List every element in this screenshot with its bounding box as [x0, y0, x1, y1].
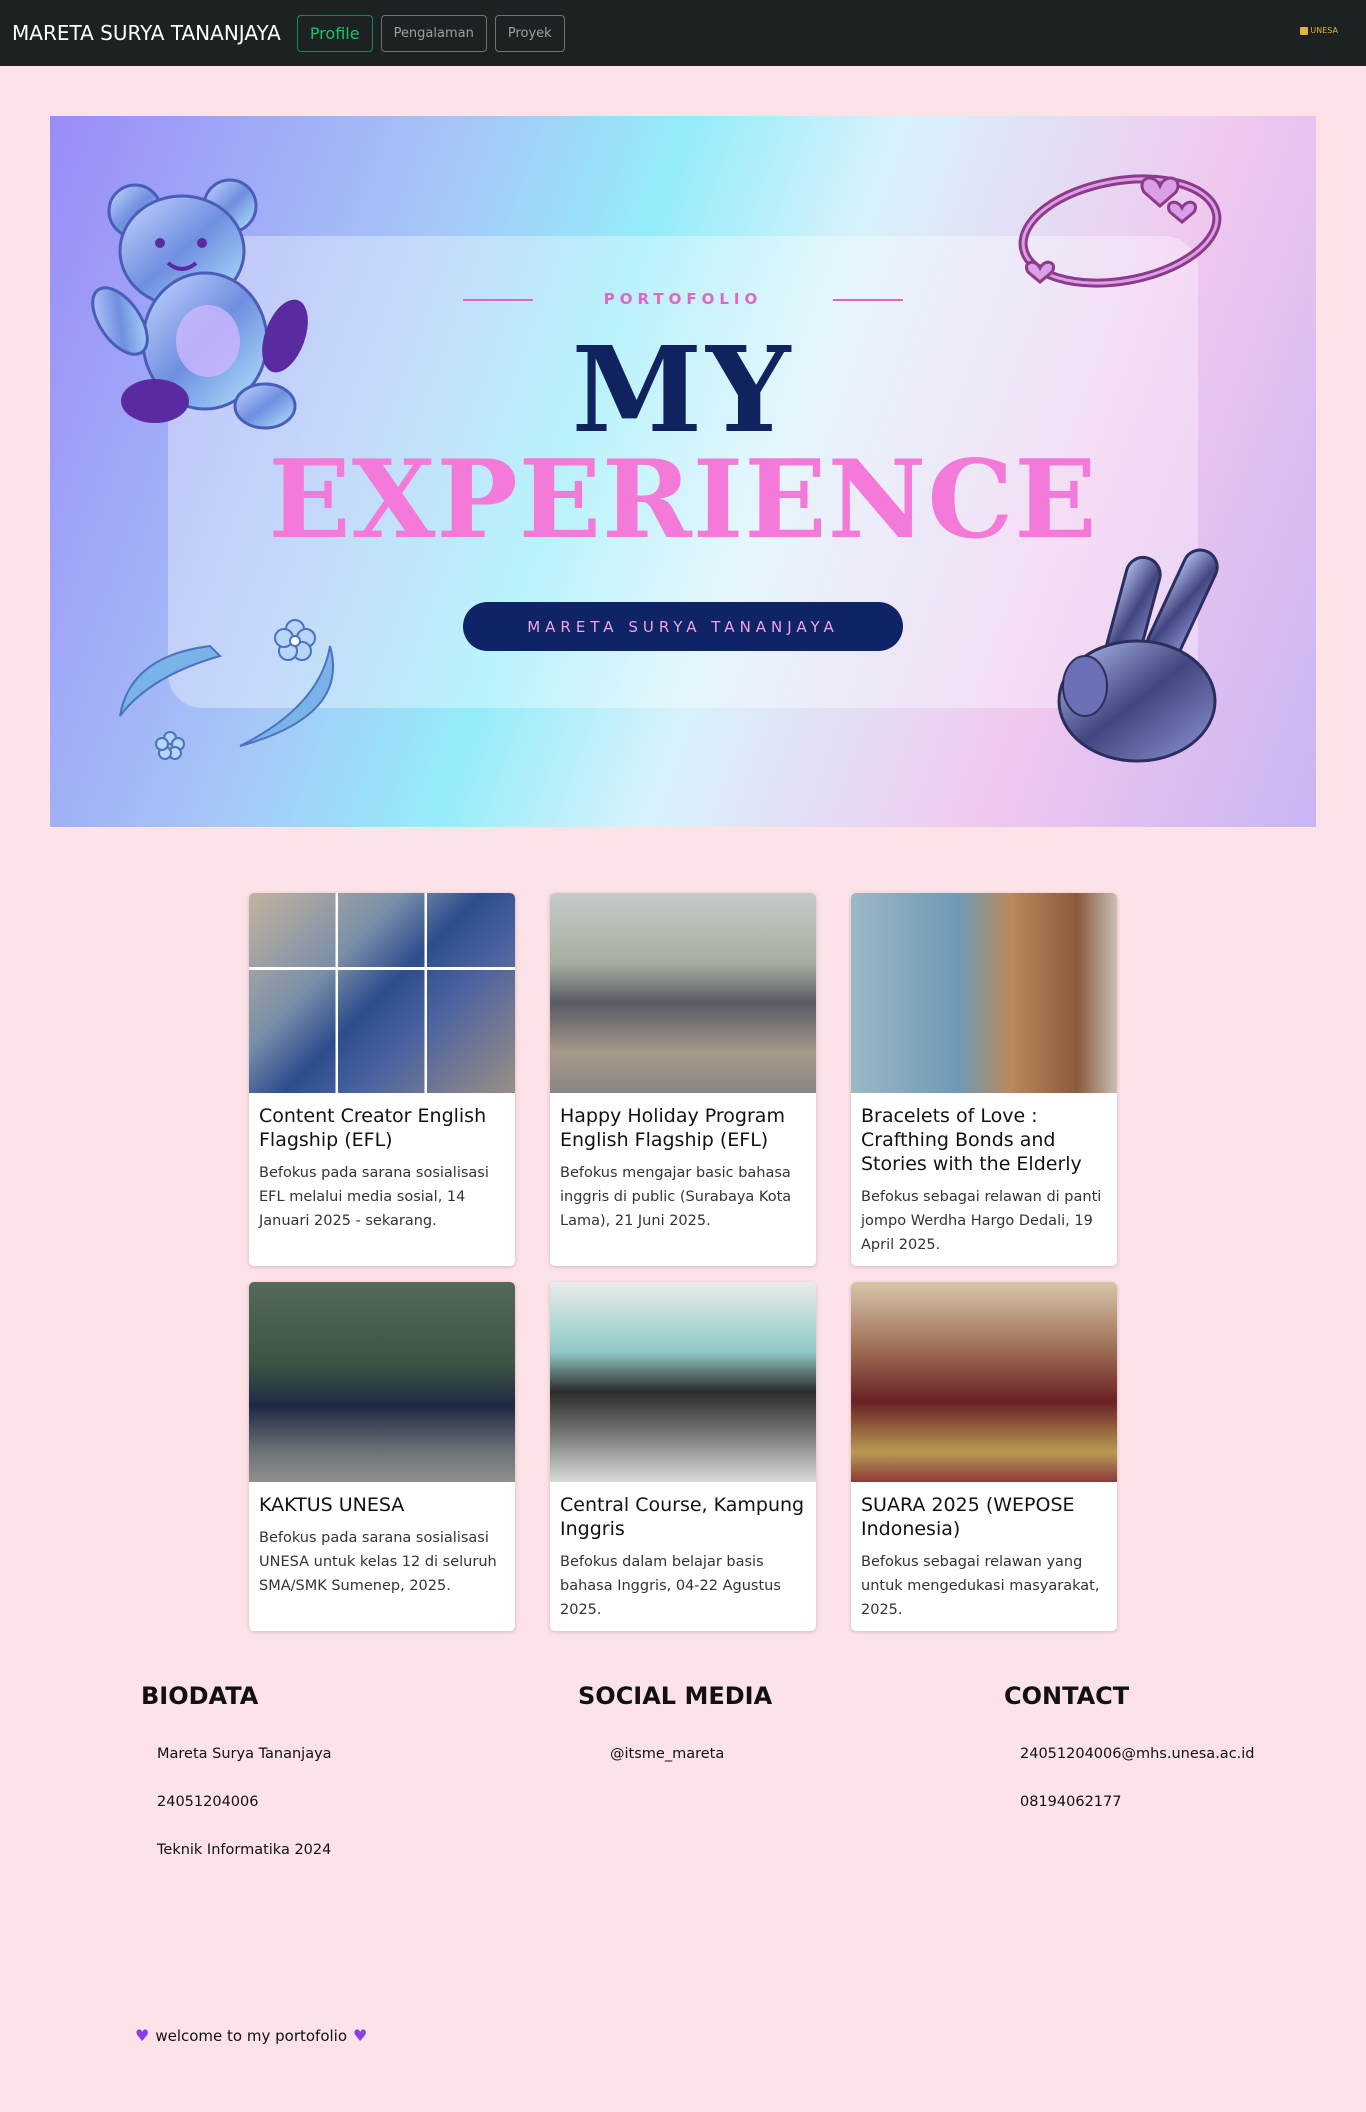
navbar-brand[interactable]: MARETA SURYA TANANJAYA	[12, 21, 281, 45]
card-photo-course-group	[550, 1282, 816, 1482]
banner-eyebrow: PORTOFOLIO	[603, 290, 763, 308]
experience-card[interactable]: SUARA 2025 (WEPOSE Indonesia) Befokus se…	[851, 1282, 1117, 1631]
nav-link-proyek[interactable]: Proyek	[494, 14, 565, 52]
card-photo-elderly	[851, 893, 1117, 1093]
biodata-title: BIODATA	[141, 1682, 259, 1710]
experience-card[interactable]: Happy Holiday Program English Flagship (…	[550, 893, 816, 1266]
card-text: Befokus pada sarana sosialisasi UNESA un…	[259, 1530, 497, 1594]
banner-name-pill: MARETA SURYA TANANJAYA	[463, 602, 903, 651]
contact-title: CONTACT	[1004, 1682, 1130, 1710]
biodata-major: Teknik Informatika 2024	[157, 1842, 332, 1858]
biodata-name: Mareta Surya Tananjaya	[157, 1746, 332, 1762]
card-title: Content Creator English Flagship (EFL)	[259, 1105, 487, 1151]
unesa-logo-text: UNESA	[1310, 26, 1338, 35]
nav-link-profile[interactable]: Profile	[296, 14, 373, 52]
nav-link-pengalaman[interactable]: Pengalaman	[380, 14, 487, 52]
card-text: Befokus pada sarana sosialisasi EFL mela…	[259, 1165, 489, 1229]
unesa-logo-mark	[1300, 26, 1309, 35]
card-photo-suara-crowd	[851, 1282, 1117, 1482]
card-photo-kaktus-group	[249, 1282, 515, 1482]
purple-heart-icon: ♥	[135, 2026, 150, 2045]
social-media-title: SOCIAL MEDIA	[578, 1682, 773, 1710]
card-title: Bracelets of Love : Crafthing Bonds and …	[861, 1105, 1082, 1175]
card-text: Befokus sebagai relawan di panti jompo W…	[861, 1189, 1102, 1253]
welcome-message: ♥ welcome to my portofolio ♥	[135, 2026, 367, 2045]
navbar: MARETA SURYA TANANJAYA Profile Pengalama…	[0, 0, 1366, 66]
card-text: Befokus dalam belajar basis bahasa Inggr…	[560, 1554, 781, 1618]
experience-card[interactable]: Content Creator English Flagship (EFL) B…	[249, 893, 515, 1266]
contact-email-link[interactable]: 24051204006@mhs.unesa.ac.id	[1020, 1746, 1255, 1762]
experience-card[interactable]: Bracelets of Love : Crafthing Bonds and …	[851, 893, 1117, 1266]
peace-hand-icon	[1057, 548, 1219, 763]
biodata-nim: 24051204006	[157, 1794, 259, 1810]
hero-banner: PORTOFOLIO MY EXPERIENCE MARETA SURYA TA…	[50, 116, 1316, 827]
social-instagram-link[interactable]: @itsme_mareta	[610, 1746, 724, 1762]
card-photo-collage	[249, 893, 515, 1093]
card-title: Happy Holiday Program English Flagship (…	[560, 1105, 785, 1151]
welcome-text: welcome to my portofolio	[155, 2026, 348, 2045]
banner-title-experience: EXPERIENCE	[268, 437, 1098, 563]
unesa-logo: UNESA	[1300, 26, 1338, 35]
card-photo-kids	[550, 893, 816, 1093]
banner-title-my: MY	[571, 320, 795, 459]
flower-swoosh-icon	[119, 619, 335, 760]
contact-phone: 08194062177	[1020, 1794, 1122, 1810]
card-title: KAKTUS UNESA	[259, 1494, 405, 1516]
card-title: Central Course, Kampung Inggris	[560, 1494, 805, 1540]
card-text: Befokus mengajar basic bahasa inggris di…	[560, 1165, 792, 1229]
card-title: SUARA 2025 (WEPOSE Indonesia)	[861, 1494, 1075, 1540]
purple-heart-icon: ♥	[353, 2026, 368, 2045]
experience-card[interactable]: Central Course, Kampung Inggris Befokus …	[550, 1282, 816, 1631]
experience-card[interactable]: KAKTUS UNESA Befokus pada sarana sosiali…	[249, 1282, 515, 1631]
card-text: Befokus sebagai relawan yang untuk menge…	[861, 1554, 1100, 1618]
heart-ring-icon	[1018, 174, 1222, 288]
